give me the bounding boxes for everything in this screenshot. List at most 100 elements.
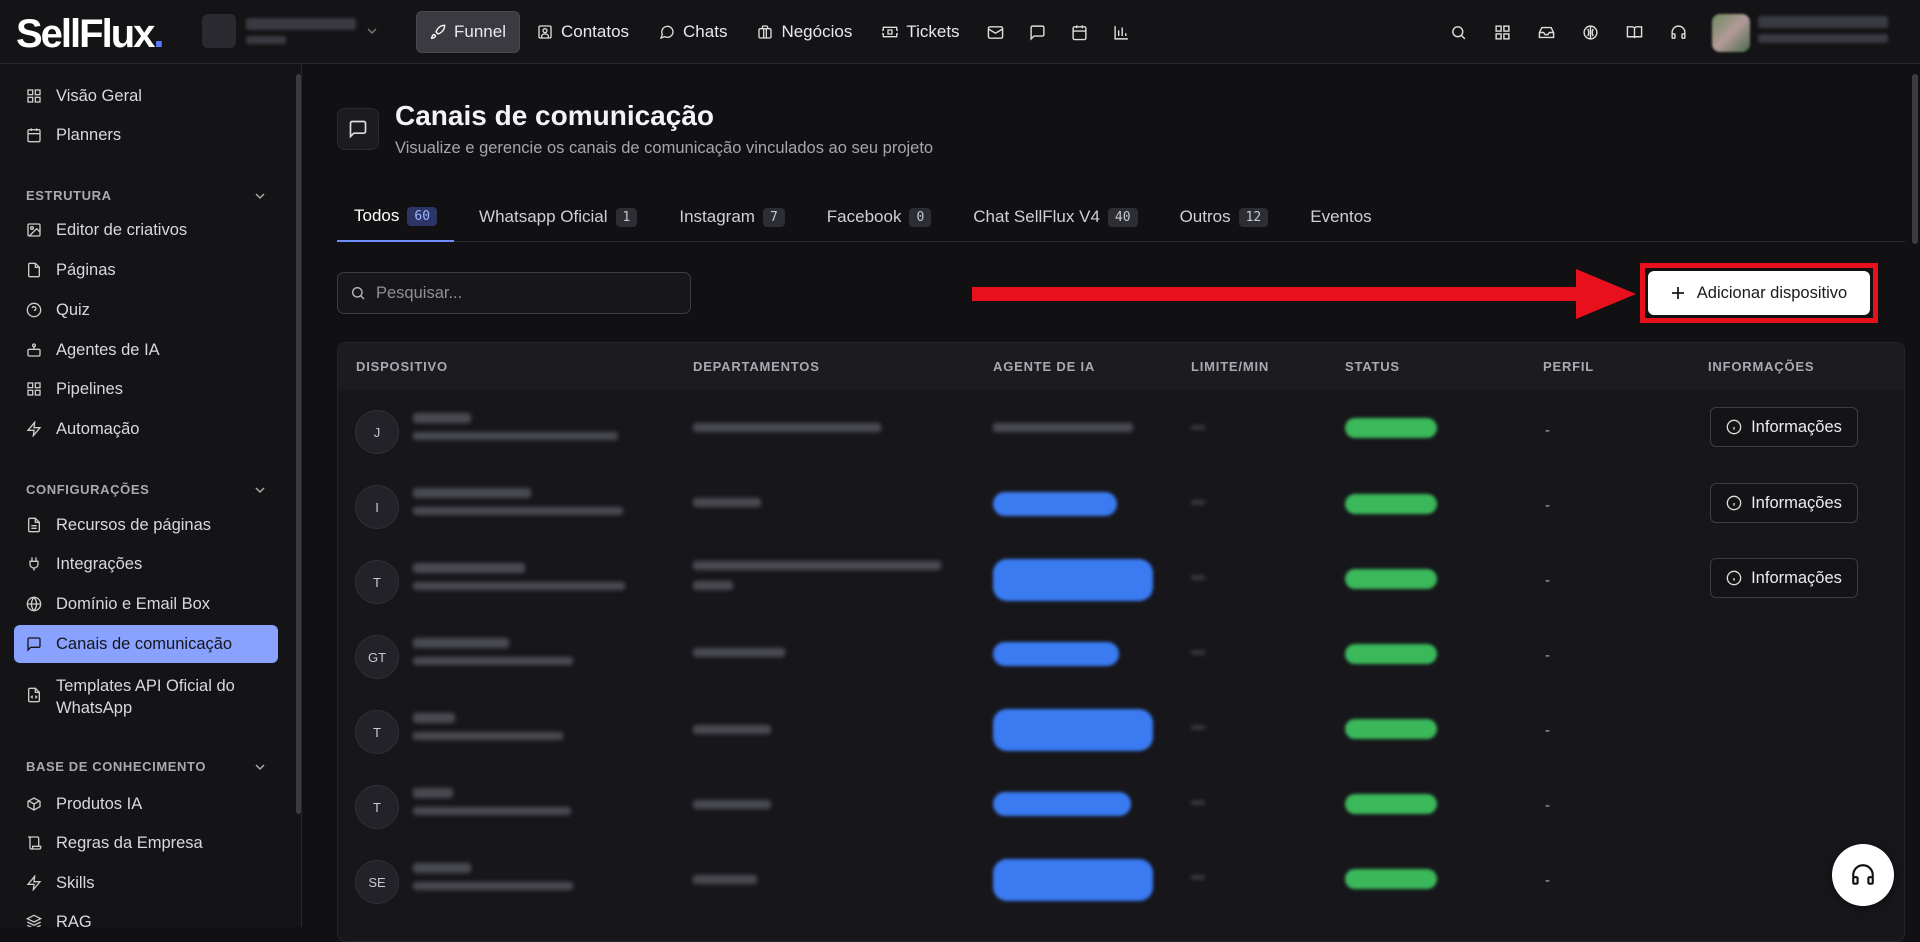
info-button[interactable]: Informações (1710, 558, 1858, 598)
departments-blurred (693, 725, 771, 734)
sidebar-item-quiz[interactable]: Quiz (14, 291, 278, 329)
col-dispositivo: DISPOSITIVO (356, 359, 448, 374)
table-row[interactable]: T - Informações (338, 545, 1904, 620)
status-badge (1345, 569, 1437, 589)
sidebar-item-rag[interactable]: RAG (14, 903, 278, 927)
table-row[interactable]: I - Informações (338, 470, 1904, 545)
tab-todos[interactable]: Todos 60 (337, 192, 455, 242)
table-row[interactable]: T - (338, 695, 1904, 770)
departments-blurred (693, 423, 881, 432)
device-name-blurred (413, 563, 525, 573)
perfil-value: - (1545, 647, 1550, 664)
calendar-icon (1072, 24, 1087, 40)
departments-blurred-2 (693, 581, 733, 590)
limit-blurred (1191, 501, 1205, 504)
docs-button[interactable] (1616, 14, 1652, 50)
table-row[interactable]: T - (338, 770, 1904, 845)
table-row[interactable]: J - Informações (338, 395, 1904, 470)
sidebar-item-automacao[interactable]: Automação (14, 410, 278, 448)
message-icon (1030, 24, 1045, 41)
tab-facebook[interactable]: Facebook 0 (810, 192, 949, 242)
scroll-icon (28, 836, 42, 850)
device-name-blurred (413, 638, 509, 648)
status-badge (1345, 869, 1437, 889)
support-button[interactable] (1660, 14, 1696, 50)
nav-negocios[interactable]: Negócios (744, 11, 865, 53)
tab-count-badge: 0 (909, 207, 932, 227)
device-id-blurred (413, 507, 623, 515)
add-device-button[interactable]: Adicionar dispositivo (1648, 271, 1870, 315)
ai-button[interactable] (1572, 14, 1608, 50)
sidebar-item-paginas[interactable]: Páginas (14, 251, 278, 289)
perfil-value: - (1545, 572, 1550, 589)
tab-eventos[interactable]: Eventos (1293, 192, 1388, 242)
user-avatar[interactable] (1712, 14, 1750, 52)
zap-icon (26, 875, 42, 891)
tab-count-badge: 7 (762, 207, 785, 227)
nav-chats[interactable]: Chats (646, 11, 740, 53)
nav-contatos[interactable]: Contatos (524, 11, 642, 53)
sidebar-item-skills[interactable]: Skills (14, 864, 278, 902)
table-row[interactable]: SE - (338, 845, 1904, 920)
project-selector[interactable] (202, 14, 378, 48)
package-icon (27, 797, 41, 811)
nav-tickets[interactable]: Tickets (869, 11, 972, 53)
search-input[interactable] (376, 283, 666, 303)
sidebar-item-editor-criativos[interactable]: Editor de criativos (14, 211, 278, 249)
tab-whatsapp-oficial[interactable]: Whatsapp Oficial 1 (462, 192, 654, 242)
sidebar-item-planners[interactable]: Planners (14, 116, 278, 154)
inbox-icon (1538, 26, 1554, 38)
globe-icon (26, 596, 42, 612)
nav-funnel[interactable]: Funnel (416, 11, 520, 53)
sidebar-item-pipelines[interactable]: Pipelines (14, 370, 278, 408)
sidebar-item-regras-empresa[interactable]: Regras da Empresa (14, 824, 278, 862)
section-estrutura[interactable]: ESTRUTURA (26, 188, 266, 203)
sidebar-item-templates-whatsapp[interactable]: Templates API Oficial do WhatsApp (14, 667, 278, 723)
sidebar-item-recursos-paginas[interactable]: Recursos de páginas (14, 506, 278, 544)
device-avatar: T (355, 785, 399, 829)
brain-icon (1582, 24, 1598, 40)
inbox-button[interactable] (1528, 14, 1564, 50)
nav-calendar[interactable] (1061, 11, 1099, 53)
mail-icon (987, 25, 1004, 39)
device-name-blurred (413, 788, 453, 798)
info-button[interactable]: Informações (1710, 483, 1858, 523)
device-id-blurred (413, 432, 618, 440)
table-row[interactable]: GT - (338, 620, 1904, 695)
apps-button[interactable] (1484, 14, 1520, 50)
nav-reports[interactable] (1103, 11, 1141, 53)
file-text-icon (28, 517, 40, 533)
status-badge (1345, 719, 1437, 739)
perfil-value: - (1545, 422, 1550, 439)
sidebar-item-visao-geral[interactable]: Visão Geral (14, 77, 278, 115)
support-chat-button[interactable] (1832, 844, 1894, 906)
limit-blurred (1191, 801, 1205, 804)
nav-messages[interactable] (1019, 11, 1057, 53)
tab-instagram[interactable]: Instagram 7 (662, 192, 801, 242)
device-avatar: J (355, 410, 399, 454)
search-button[interactable] (1440, 14, 1476, 50)
sidebar-item-produtos-ia[interactable]: Produtos IA (14, 785, 278, 823)
tab-chat-sellflux-v4[interactable]: Chat SellFlux V4 40 (956, 192, 1154, 242)
info-button[interactable]: Informações (1710, 407, 1858, 447)
sidebar-item-dominio-email[interactable]: Domínio e Email Box (14, 585, 278, 623)
user-name-blurred[interactable] (1758, 16, 1888, 43)
sidebar-item-canais-comunicacao[interactable]: Canais de comunicação (14, 625, 278, 663)
chevron-down-icon (255, 486, 265, 493)
page-subtitle: Visualize e gerencie os canais de comuni… (395, 139, 934, 157)
sidebar-item-agentes-ia[interactable]: Agentes de IA (14, 331, 278, 369)
main-scrollbar[interactable] (1912, 74, 1918, 244)
nav-mail[interactable] (977, 11, 1015, 53)
section-base-conhecimento[interactable]: BASE DE CONHECIMENTO (26, 759, 266, 774)
sidebar-scrollbar[interactable] (296, 74, 301, 814)
perfil-value: - (1545, 497, 1550, 514)
section-configuracoes[interactable]: CONFIGURAÇÕES (26, 482, 266, 497)
limit-blurred (1191, 576, 1205, 579)
tab-outros[interactable]: Outros 12 (1163, 192, 1286, 242)
sidebar-item-integracoes[interactable]: Integrações (14, 545, 278, 583)
search-field[interactable] (337, 272, 691, 314)
departments-blurred (693, 498, 761, 507)
sellflux-logo[interactable]: SellFlux. (16, 12, 165, 57)
plus-icon (1671, 287, 1684, 299)
message-square-icon (27, 637, 41, 652)
